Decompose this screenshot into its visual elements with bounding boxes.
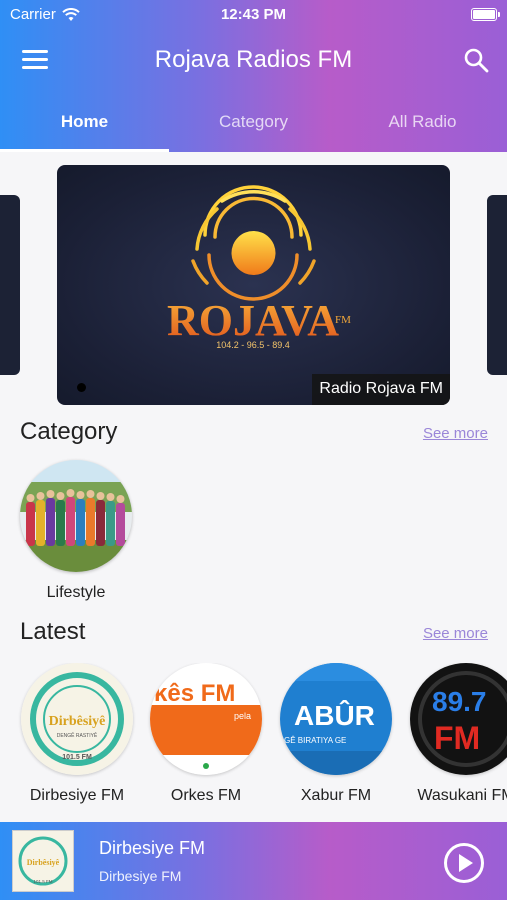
app-header: Carrier 12:43 PM Rojava Radios FM Home C…	[0, 0, 507, 152]
tab-category[interactable]: Category	[169, 100, 338, 152]
featured-carousel[interactable]: ROJAVA FM 104.2 - 96.5 - 89.4 Radio Roja…	[0, 165, 507, 405]
lifestyle-thumbnail	[20, 460, 132, 572]
radio-item-label: Xabur FM	[300, 787, 372, 804]
svg-text:Dirbêsiyê: Dirbêsiyê	[49, 714, 106, 729]
tab-all-radio[interactable]: All Radio	[338, 100, 507, 152]
radio-item-dirbesiye[interactable]: Dirbêsiyê DENGÊ RASTIYÊ 101.5 FM Dirbesi…	[21, 663, 133, 805]
latest-radio-list[interactable]: Dirbêsiyê DENGÊ RASTIYÊ 101.5 FM Dirbesi…	[0, 663, 507, 813]
player-thumbnail: Dirbêsiyê 101.5 FM	[12, 830, 74, 892]
category-item-lifestyle[interactable]: Lifestyle	[20, 460, 132, 602]
app-title: Rojava Radios FM	[154, 46, 353, 73]
svg-text:ABÛR: ABÛR	[294, 699, 375, 731]
latest-section-header: Latest See more	[20, 618, 488, 650]
app-bar: Rojava Radios FM	[0, 38, 507, 82]
svg-text:101.5 FM: 101.5 FM	[62, 754, 92, 761]
wasukani-logo: 89.7 FM	[410, 663, 507, 775]
carousel-prev-slide[interactable]	[0, 195, 20, 375]
category-section-header: Category See more	[20, 418, 488, 450]
player-title: Dirbesiye FM	[99, 838, 206, 858]
svg-text:FM: FM	[335, 314, 351, 326]
orkes-logo: kês FM pela	[150, 663, 262, 775]
tab-home[interactable]: Home	[0, 100, 169, 152]
radio-item-xabur[interactable]: ABÛR GÊ BIRATIYA GE Xabur FM	[280, 663, 392, 805]
battery-icon	[471, 8, 500, 21]
svg-text:FM: FM	[434, 720, 480, 756]
mini-player[interactable]: Dirbêsiyê 101.5 FM Dirbesiye FM Dirbesiy…	[0, 822, 507, 900]
search-icon[interactable]	[463, 47, 489, 73]
radio-item-label: Orkes FM	[170, 787, 242, 804]
latest-see-more-link[interactable]: See more	[423, 625, 488, 642]
radio-item-label: Wasukani FM	[417, 787, 507, 804]
svg-text:DENGÊ RASTIYÊ: DENGÊ RASTIYÊ	[57, 731, 98, 739]
category-see-more-link[interactable]: See more	[423, 425, 488, 442]
category-item-label: Lifestyle	[46, 584, 106, 601]
latest-section-title: Latest	[20, 618, 86, 645]
category-section-title: Category	[20, 418, 118, 445]
svg-text:101.5 FM: 101.5 FM	[33, 879, 52, 884]
carousel-indicator-dot[interactable]	[77, 383, 86, 392]
svg-text:kês FM: kês FM	[154, 680, 235, 707]
radio-item-wasukani[interactable]: 89.7 FM Wasukani FM	[410, 663, 507, 805]
svg-text:GÊ BIRATIYA GE: GÊ BIRATIYA GE	[284, 736, 346, 745]
status-time: 12:43 PM	[220, 6, 287, 23]
dirbesiye-logo: Dirbêsiyê DENGÊ RASTIYÊ 101.5 FM	[21, 663, 133, 775]
status-bar: Carrier 12:43 PM	[0, 0, 507, 30]
svg-text:Dirbêsiyê: Dirbêsiyê	[27, 858, 60, 867]
svg-text:89.7: 89.7	[432, 686, 487, 717]
player-subtitle: Dirbesiye FM	[99, 868, 182, 884]
svg-text:pela: pela	[234, 711, 251, 721]
play-circle-icon[interactable]	[443, 842, 485, 884]
slide-caption: Radio Rojava FM	[312, 374, 450, 405]
radio-item-label: Dirbesiye FM	[29, 787, 125, 804]
featured-slide[interactable]: ROJAVA FM 104.2 - 96.5 - 89.4 Radio Roja…	[57, 165, 450, 405]
tab-bar: Home Category All Radio	[0, 100, 507, 152]
radio-item-orkes[interactable]: kês FM pela Orkes FM	[150, 663, 262, 805]
svg-text:ROJAVA: ROJAVA	[167, 296, 339, 345]
rojava-logo: ROJAVA FM 104.2 - 96.5 - 89.4	[167, 185, 351, 350]
xabur-logo: ABÛR GÊ BIRATIYA GE	[280, 663, 392, 775]
carousel-next-slide[interactable]	[487, 195, 507, 375]
svg-text:104.2 - 96.5 - 89.4: 104.2 - 96.5 - 89.4	[216, 340, 290, 350]
